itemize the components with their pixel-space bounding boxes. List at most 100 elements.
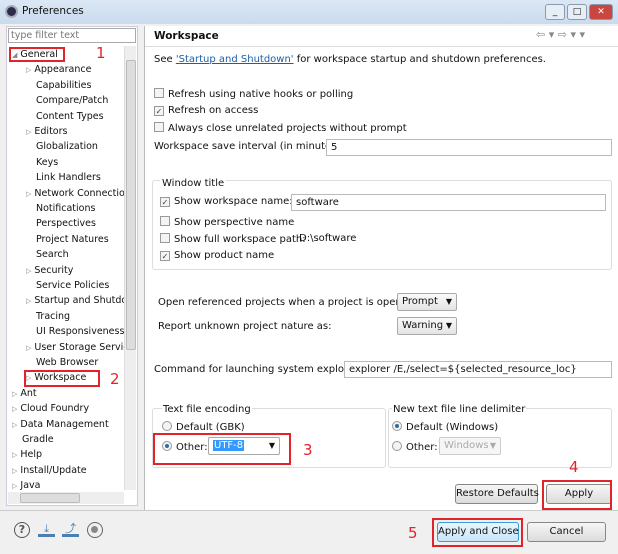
- tree-item-editors[interactable]: ▷ Editors: [26, 124, 67, 139]
- tree-item-label: Help: [20, 449, 43, 461]
- tree-item-label: Install/Update: [20, 464, 87, 476]
- tree-item-globalization[interactable]: Globalization: [36, 139, 98, 154]
- tree-item-java[interactable]: ▷ Java: [12, 478, 40, 493]
- dropdown-value: Windows: [444, 440, 489, 451]
- checkbox-icon[interactable]: [160, 233, 170, 243]
- checkmark-icon[interactable]: ✓: [160, 197, 170, 207]
- workspace-name-input[interactable]: software: [291, 194, 606, 211]
- tree-item-startup-and-shutdo[interactable]: ▷ Startup and Shutdo: [26, 293, 127, 308]
- tree-item-search[interactable]: Search: [36, 247, 69, 262]
- help-icon[interactable]: ?: [14, 522, 30, 538]
- checkbox-show-full-path[interactable]: Show full workspace path:: [160, 233, 306, 245]
- checkbox-show-product[interactable]: ✓ Show product name: [160, 250, 274, 261]
- cancel-button[interactable]: Cancel: [527, 522, 606, 542]
- radio-encoding-default[interactable]: Default (GBK): [162, 421, 245, 433]
- tree-item-notifications[interactable]: Notifications: [36, 201, 95, 216]
- collapsed-arrow-icon[interactable]: ▷: [26, 267, 31, 275]
- tree-item-project-natures[interactable]: Project Natures: [36, 232, 109, 247]
- export-icon[interactable]: ⤴: [62, 523, 79, 537]
- tree-item-gradle[interactable]: Gradle: [22, 432, 54, 447]
- annotation-box-4: [542, 480, 612, 510]
- tree-item-perspectives[interactable]: Perspectives: [36, 216, 96, 231]
- radio-selected-icon[interactable]: [392, 421, 402, 431]
- save-interval-input[interactable]: 5: [326, 139, 612, 156]
- tree-item-label: Service Policies: [36, 280, 110, 291]
- footer-divider: [0, 510, 618, 511]
- open-referenced-label: Open referenced projects when a project …: [158, 297, 418, 308]
- checkbox-always-close[interactable]: Always close unrelated projects without …: [154, 122, 407, 134]
- checkbox-show-ws-name[interactable]: ✓ Show workspace name:: [160, 196, 293, 207]
- delimiter-dropdown[interactable]: Windows ▼: [439, 437, 501, 455]
- collapsed-arrow-icon[interactable]: ▷: [12, 405, 17, 413]
- checkbox-label: Show workspace name:: [174, 196, 293, 207]
- maximize-button[interactable]: □: [567, 4, 587, 20]
- restore-defaults-button[interactable]: Restore Defaults: [455, 484, 539, 504]
- collapsed-arrow-icon[interactable]: ▷: [12, 451, 17, 459]
- tree-item-web-browser[interactable]: Web Browser: [36, 355, 98, 370]
- tree-item-appearance[interactable]: ▷ Appearance: [26, 62, 91, 77]
- open-referenced-dropdown[interactable]: Prompt ▼: [397, 293, 457, 311]
- tree-item-help[interactable]: ▷ Help: [12, 447, 42, 462]
- tree-horizontal-scrollbar[interactable]: [8, 492, 124, 504]
- collapsed-arrow-icon[interactable]: ▷: [26, 66, 31, 74]
- collapsed-arrow-icon[interactable]: ▷: [26, 190, 31, 198]
- checkmark-icon[interactable]: ✓: [154, 106, 164, 116]
- checkbox-refresh-access[interactable]: ✓ Refresh on access: [154, 105, 258, 116]
- tree-item-cloud-foundry[interactable]: ▷ Cloud Foundry: [12, 401, 89, 416]
- tree-item-label: Project Natures: [36, 233, 109, 245]
- command-label: Command for launching system explorer:: [154, 364, 362, 375]
- tree-item-install-update[interactable]: ▷ Install/Update: [12, 463, 87, 478]
- collapsed-arrow-icon[interactable]: ▷: [12, 467, 17, 475]
- tree-item-ant[interactable]: ▷ Ant: [12, 386, 37, 401]
- checkbox-show-perspective[interactable]: Show perspective name: [160, 216, 294, 228]
- collapsed-arrow-icon[interactable]: ▷: [26, 128, 31, 136]
- tree-item-label: Notifications: [36, 203, 96, 214]
- scroll-thumb[interactable]: [20, 493, 80, 503]
- checkmark-icon[interactable]: ✓: [160, 251, 170, 261]
- hint-text: See: [154, 54, 176, 65]
- collapsed-arrow-icon[interactable]: ▷: [26, 297, 31, 305]
- radio-icon[interactable]: [162, 421, 172, 431]
- checkbox-icon[interactable]: [154, 88, 164, 98]
- nav-back-forward-icons[interactable]: ⇦ ▾ ⇨ ▾ ▾: [536, 28, 585, 41]
- minimize-button[interactable]: _: [545, 4, 565, 20]
- tree-item-content-types[interactable]: Content Types: [36, 109, 104, 124]
- tree-item-user-storage-servic[interactable]: ▷ User Storage Servic: [26, 340, 129, 355]
- command-input[interactable]: explorer /E,/select=${selected_resource_…: [344, 361, 612, 378]
- checkbox-refresh-native[interactable]: Refresh using native hooks or polling: [154, 88, 353, 100]
- close-button[interactable]: ✕: [589, 4, 613, 20]
- startup-shutdown-link[interactable]: 'Startup and Shutdown': [176, 54, 294, 65]
- tree-item-keys[interactable]: Keys: [36, 155, 58, 170]
- tree-item-tracing[interactable]: Tracing: [36, 309, 70, 324]
- tree-item-service-policies[interactable]: Service Policies: [36, 278, 109, 293]
- startup-hint: See 'Startup and Shutdown' for workspace…: [154, 54, 546, 65]
- save-interval-label: Workspace save interval (in minutes):: [154, 141, 344, 152]
- checkbox-icon[interactable]: [160, 216, 170, 226]
- tree-item-link-handlers[interactable]: Link Handlers: [36, 170, 101, 185]
- scroll-thumb[interactable]: [126, 60, 136, 350]
- dropdown-value: Warning: [402, 320, 444, 331]
- unknown-nature-dropdown[interactable]: Warning ▼: [397, 317, 457, 335]
- chevron-down-icon: ▼: [489, 441, 496, 450]
- collapsed-arrow-icon[interactable]: ▷: [26, 344, 31, 352]
- radio-icon[interactable]: [392, 441, 402, 451]
- collapsed-arrow-icon[interactable]: ▷: [12, 390, 17, 398]
- record-icon[interactable]: [87, 522, 103, 538]
- unknown-nature-label: Report unknown project nature as:: [158, 321, 332, 332]
- tree-item-compare-patch[interactable]: Compare/Patch: [36, 93, 108, 108]
- tree-item-security[interactable]: ▷ Security: [26, 263, 73, 278]
- collapsed-arrow-icon[interactable]: ▷: [12, 482, 17, 490]
- tree-item-label: Startup and Shutdo: [34, 295, 128, 307]
- tree-item-network-connectio[interactable]: ▷ Network Connectio: [26, 186, 125, 201]
- tree-item-label: Security: [34, 264, 74, 276]
- collapsed-arrow-icon[interactable]: ▷: [12, 421, 17, 429]
- radio-delimiter-default[interactable]: Default (Windows): [392, 421, 498, 433]
- radio-delimiter-other[interactable]: Other:: [392, 441, 438, 453]
- tree-item-ui-responsiveness[interactable]: UI Responsiveness: [36, 324, 124, 339]
- tree-item-data-management[interactable]: ▷ Data Management: [12, 417, 109, 432]
- filter-input[interactable]: [8, 28, 136, 43]
- checkbox-icon[interactable]: [154, 122, 164, 132]
- import-icon[interactable]: ⤓: [38, 523, 55, 537]
- tree-item-capabilities[interactable]: Capabilities: [36, 78, 91, 93]
- tree-vertical-scrollbar[interactable]: [124, 46, 136, 490]
